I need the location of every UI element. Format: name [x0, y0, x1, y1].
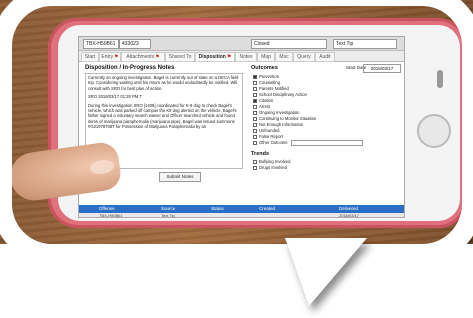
trends-label: Trends — [251, 151, 270, 157]
checkbox[interactable] — [253, 98, 257, 103]
number-field[interactable]: 433023 — [119, 39, 151, 49]
checkbox[interactable] — [253, 134, 257, 139]
tab-audit[interactable]: Audit — [315, 52, 335, 62]
other-outcome-input[interactable] — [290, 140, 363, 146]
checkbox[interactable] — [253, 128, 257, 133]
checkbox[interactable] — [253, 104, 257, 109]
checkbox[interactable] — [253, 74, 257, 79]
outcome-parents-notified[interactable]: Parents Notified — [253, 86, 289, 91]
col-source[interactable]: Source — [161, 205, 175, 213]
outcome-arrest[interactable]: Arrest — [253, 104, 270, 109]
status-select[interactable]: Closed — [251, 39, 327, 49]
checkbox[interactable] — [253, 116, 257, 121]
start-date-field[interactable]: 2016/03/17 — [363, 64, 401, 73]
note-paragraph: SRO 2016/03/17 01:26 PM T — [88, 94, 142, 100]
speech-bubble-tail — [285, 238, 367, 306]
tab-query[interactable]: Query — [293, 52, 315, 62]
grid-header: Offense Source Status Created Delivered — [79, 205, 404, 213]
outcome-not-enough-info[interactable]: Not Enough Information — [253, 122, 303, 127]
checkbox[interactable] — [253, 110, 257, 115]
flag-icon: ⚑ — [226, 54, 232, 60]
flag-icon: ⚑ — [114, 54, 119, 60]
home-button[interactable] — [417, 114, 451, 148]
checkbox[interactable] — [253, 159, 257, 164]
outcome-citation[interactable]: Citation — [253, 98, 273, 103]
outcome-false-report[interactable]: False Report — [253, 134, 283, 139]
outcome-other[interactable]: Other Outcome — [253, 140, 363, 146]
tab-shared-to[interactable]: Shared To — [165, 52, 195, 62]
outcome-unfounded[interactable]: Unfounded — [253, 128, 280, 133]
note-paragraph: Currently an ongoing investigation. Bage… — [88, 75, 239, 91]
col-delivered[interactable]: Delivered — [339, 205, 358, 213]
table-row[interactable]: TBX-H50B61 Text Tip 2016/03/17 — [79, 213, 404, 218]
trend-bullying[interactable]: Bullying Involved — [253, 159, 290, 164]
checkbox[interactable] — [253, 141, 257, 145]
trend-drugs[interactable]: Drugs Involved — [253, 165, 287, 170]
checkbox[interactable] — [253, 80, 257, 85]
tab-bar: Start Entry⚑ Attachments⚑ Shared To Disp… — [79, 51, 404, 62]
col-offense[interactable]: Offense — [99, 205, 115, 213]
outcomes-panel: Outcomes Start Date 2016/03/17 Preventio… — [251, 64, 401, 195]
tab-map[interactable]: Map — [257, 52, 275, 62]
tab-start[interactable]: Start — [81, 52, 99, 62]
phone-screen: TBX-H50B61 433023 Closed Text Tip Start … — [78, 36, 405, 218]
phone-speaker — [437, 70, 443, 88]
tab-notes[interactable]: Notes — [235, 52, 257, 62]
cell-offense: TBX-H50B61 — [99, 213, 123, 218]
tab-entry[interactable]: Entry⚑ — [99, 52, 121, 62]
note-paragraph: During this investigation SRO [1408] coo… — [88, 102, 237, 130]
bubble-bottom-area — [0, 244, 473, 318]
checkbox[interactable] — [253, 165, 257, 170]
checkbox[interactable] — [253, 86, 257, 91]
flag-icon: ⚑ — [155, 54, 160, 60]
outcome-ongoing[interactable]: Ongoing Investigation — [253, 110, 300, 115]
type-select[interactable]: Text Tip — [333, 39, 397, 49]
cell-delivered: 2016/03/17 — [339, 213, 360, 218]
panel-title: Disposition / In-Progress Notes — [85, 65, 175, 71]
submit-notes-button[interactable]: Submit Notes — [159, 172, 201, 182]
tab-disposition[interactable]: Disposition⚑ — [195, 52, 235, 62]
cell-source: Text Tip — [161, 213, 175, 218]
col-status[interactable]: Status — [211, 205, 224, 213]
outcome-monitor[interactable]: Continuing to Monitor Situation — [253, 116, 316, 121]
outcome-school-disciplinary[interactable]: School Disciplinary Action — [253, 92, 307, 97]
tab-attachments[interactable]: Attachments⚑ — [121, 52, 165, 62]
id-field[interactable]: TBX-H50B61 — [83, 39, 119, 49]
tab-msc[interactable]: Msc — [275, 52, 293, 62]
top-bar: TBX-H50B61 433023 Closed Text Tip — [79, 37, 404, 51]
outcome-prevention[interactable]: Prevention — [253, 74, 279, 79]
outcome-counseling[interactable]: Counseling — [253, 80, 280, 85]
col-created[interactable]: Created — [259, 205, 275, 213]
checkbox[interactable] — [253, 122, 257, 127]
checkbox[interactable] — [253, 92, 257, 97]
outcomes-label: Outcomes — [251, 65, 278, 71]
